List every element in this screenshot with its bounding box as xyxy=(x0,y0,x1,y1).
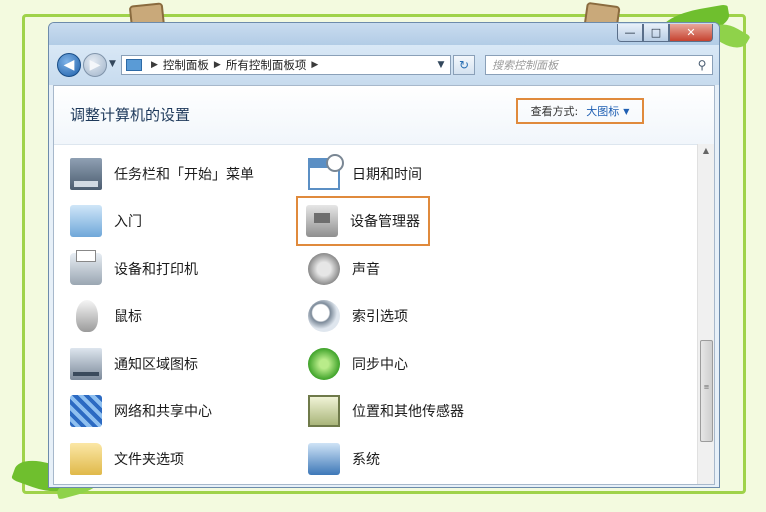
notification-area-icon xyxy=(70,348,102,380)
item-sound[interactable]: 声音 xyxy=(308,251,380,287)
grip-icon: ≡ xyxy=(703,383,710,391)
title-bar[interactable]: — □ ✕ xyxy=(49,23,719,45)
item-label: 索引选项 xyxy=(352,309,408,325)
forward-button[interactable]: ▶ xyxy=(83,53,107,77)
item-label: 文件夹选项 xyxy=(114,452,184,468)
breadcrumb-separator-icon[interactable]: ▶ xyxy=(151,60,158,70)
item-label: 入门 xyxy=(114,214,142,230)
item-label: 网络和共享中心 xyxy=(114,404,212,420)
recent-pages-dropdown[interactable]: ▼ xyxy=(109,59,116,69)
item-label: 位置和其他传感器 xyxy=(352,404,464,420)
folder-icon xyxy=(70,443,102,475)
item-devices-printers[interactable]: 设备和打印机 xyxy=(70,250,198,287)
view-by-value[interactable]: 大图标 xyxy=(586,103,619,119)
calendar-clock-icon xyxy=(308,154,344,190)
chevron-down-icon[interactable]: ▼ xyxy=(623,107,629,116)
view-by-selector[interactable]: 查看方式: 大图标 ▼ xyxy=(516,98,644,124)
getting-started-icon xyxy=(70,205,102,237)
item-label: 设备和打印机 xyxy=(114,262,198,278)
close-button[interactable]: ✕ xyxy=(669,24,713,42)
content-pane: 调整计算机的设置 查看方式: 大图标 ▼ 任务栏和「开始」菜单 入门 设备和打印… xyxy=(53,85,715,485)
refresh-button[interactable]: ↻ xyxy=(453,55,475,75)
item-system[interactable]: 系统 xyxy=(308,441,380,477)
sync-icon xyxy=(308,348,340,380)
item-mouse[interactable]: 鼠标 xyxy=(70,298,142,334)
back-button[interactable]: ◀ xyxy=(57,53,81,77)
control-panel-window: — □ ✕ ◀ ▶ ▼ ▶ 控制面板 ▶ 所有控制面板项 ▶ ▼ ↻ 搜索控制面… xyxy=(48,22,720,488)
address-bar[interactable]: ▶ 控制面板 ▶ 所有控制面板项 ▶ ▼ xyxy=(121,55,451,75)
item-label: 任务栏和「开始」菜单 xyxy=(114,167,254,183)
control-panel-icon xyxy=(126,59,142,71)
item-folder-options[interactable]: 文件夹选项 xyxy=(70,441,184,477)
chevron-down-icon: ▼ xyxy=(109,59,116,69)
breadcrumb-separator-icon[interactable]: ▶ xyxy=(311,60,318,70)
item-getting-started[interactable]: 入门 xyxy=(70,203,142,239)
view-by-label: 查看方式: xyxy=(530,105,579,118)
item-label: 声音 xyxy=(352,262,380,278)
scroll-up-icon[interactable]: ▲ xyxy=(698,146,714,155)
minimize-button[interactable]: — xyxy=(617,24,643,42)
item-device-manager[interactable]: 设备管理器 xyxy=(296,196,430,246)
index-search-icon xyxy=(308,300,340,332)
content-header: 调整计算机的设置 查看方式: 大图标 ▼ xyxy=(54,86,714,145)
device-manager-icon xyxy=(306,205,338,237)
search-icon[interactable]: ⚲ xyxy=(692,58,712,72)
item-notification-area-icons[interactable]: 通知区域图标 xyxy=(70,346,198,382)
refresh-icon: ↻ xyxy=(458,58,470,72)
speaker-icon xyxy=(308,253,340,285)
search-placeholder: 搜索控制面板 xyxy=(492,59,558,72)
item-sync-center[interactable]: 同步中心 xyxy=(308,346,408,382)
scrollbar-thumb[interactable]: ≡ xyxy=(700,340,713,442)
vertical-scrollbar[interactable]: ▲ ≡ xyxy=(697,144,714,484)
network-icon xyxy=(70,395,102,427)
breadcrumb-all-items[interactable]: 所有控制面板项 xyxy=(226,57,307,73)
sensor-icon xyxy=(308,395,340,427)
arrow-left-icon: ◀ xyxy=(63,57,75,73)
breadcrumb-control-panel[interactable]: 控制面板 xyxy=(163,57,209,73)
item-location-sensors[interactable]: 位置和其他传感器 xyxy=(308,393,464,429)
control-panel-items: 任务栏和「开始」菜单 入门 设备和打印机 鼠标 通知区域图标 网络和共享中心 文… xyxy=(54,154,694,486)
arrow-right-icon: ▶ xyxy=(89,57,101,73)
item-label: 通知区域图标 xyxy=(114,357,198,373)
search-input[interactable]: 搜索控制面板 ⚲ xyxy=(485,55,713,75)
item-label: 设备管理器 xyxy=(350,214,420,230)
maximize-button[interactable]: □ xyxy=(643,24,669,42)
mouse-icon xyxy=(76,300,98,332)
item-label: 同步中心 xyxy=(352,357,408,373)
page-title: 调整计算机的设置 xyxy=(70,106,191,124)
address-dropdown-button[interactable]: ▼ xyxy=(432,60,450,70)
item-network-sharing-center[interactable]: 网络和共享中心 xyxy=(70,393,212,429)
item-date-time[interactable]: 日期和时间 xyxy=(308,154,422,192)
item-label: 系统 xyxy=(352,452,380,468)
item-indexing-options[interactable]: 索引选项 xyxy=(308,298,408,334)
item-label: 日期和时间 xyxy=(352,167,422,183)
system-icon xyxy=(308,443,340,475)
window-buttons: — □ ✕ xyxy=(617,24,713,42)
breadcrumb-separator-icon[interactable]: ▶ xyxy=(214,60,221,70)
item-taskbar-start-menu[interactable]: 任务栏和「开始」菜单 xyxy=(70,156,254,192)
navigation-bar: ◀ ▶ ▼ ▶ 控制面板 ▶ 所有控制面板项 ▶ ▼ ↻ 搜索控制面板 ⚲ xyxy=(49,45,719,85)
printer-icon xyxy=(70,250,102,285)
taskbar-icon xyxy=(70,158,102,190)
item-label: 鼠标 xyxy=(114,309,142,325)
